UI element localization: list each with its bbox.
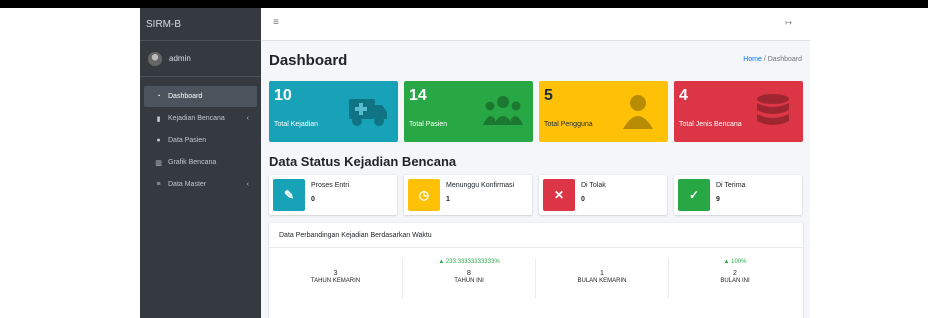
times-icon: ✕ bbox=[543, 179, 575, 211]
stat-box-total-kejadian[interactable]: 10 Total Kejadian bbox=[269, 81, 398, 142]
stat-value: 4 bbox=[679, 87, 688, 104]
user-panel[interactable]: admin bbox=[140, 41, 261, 77]
sidebar-item-data-pasien[interactable]: ● Data Pasien bbox=[144, 130, 257, 151]
stat-label: TAHUN INI bbox=[454, 278, 484, 284]
sidebar-item-dashboard[interactable]: ◔ Dashboard bbox=[144, 86, 257, 107]
database-icon bbox=[757, 94, 789, 125]
stat-value: 14 bbox=[409, 87, 427, 104]
stat-label: Total Pengguna bbox=[544, 121, 593, 128]
stat-value: 1 bbox=[600, 270, 604, 277]
comparison-stat-bulan-ini: ▲ 100% 2 BULAN INI bbox=[668, 259, 801, 299]
comparison-stat-tahun-ini: ▲ 233.33333333333% 8 TAHUN INI bbox=[402, 259, 535, 299]
stat-change bbox=[536, 259, 668, 268]
sign-out-icon[interactable]: ↦ bbox=[785, 18, 792, 27]
breadcrumb-separator: / bbox=[763, 56, 766, 63]
status-value: 1 bbox=[446, 196, 450, 203]
chevron-left-icon: ‹ bbox=[246, 181, 249, 188]
sidebar-item-label: Data Master bbox=[168, 181, 207, 188]
stat-change: ▲ 233.33333333333% bbox=[438, 259, 500, 265]
sidebar-item-grafik-bencana[interactable]: ▥ Grafik Bencana bbox=[144, 152, 257, 173]
user-icon bbox=[623, 95, 653, 129]
status-label: Menunggu Konfirmasi bbox=[446, 182, 515, 189]
status-value: 0 bbox=[311, 196, 315, 203]
sidebar-item-label: Data Pasien bbox=[168, 137, 207, 144]
status-box-di-tolak[interactable]: ✕ Di Tolak 0 bbox=[539, 175, 667, 215]
content-area: Dashboard Home / Dashboard 10 Total Keja… bbox=[261, 41, 810, 318]
database-icon: ≡ bbox=[156, 181, 161, 188]
users-icon bbox=[483, 96, 523, 125]
book-icon: ▮ bbox=[156, 115, 161, 123]
top-navbar: ≡ ↦ bbox=[261, 8, 810, 41]
brand-link[interactable]: SIRM-B bbox=[140, 8, 261, 41]
app-window: SIRM-B admin ◔ Dashboard ▮ Kejadian Benc… bbox=[140, 8, 810, 318]
comparison-stat-bulan-kemarin: 1 BULAN KEMARIN bbox=[535, 259, 668, 299]
sidebar-item-label: Grafik Bencana bbox=[168, 159, 217, 166]
sidebar-item-label: Kejadian Bencana bbox=[168, 115, 225, 122]
dashboard-icon: ◔ bbox=[156, 93, 161, 100]
status-box-di-terima[interactable]: ✓ Di Terima 9 bbox=[674, 175, 802, 215]
top-black-bar bbox=[0, 0, 928, 8]
card-title: Data Perbandingan Kejadian Berdasarkan W… bbox=[269, 223, 803, 248]
stat-change: ▲ 100% bbox=[723, 259, 747, 265]
breadcrumb-current: Dashboard bbox=[767, 56, 802, 63]
status-box-menunggu-konfirmasi[interactable]: ◷ Menunggu Konfirmasi 1 bbox=[404, 175, 532, 215]
stat-value: 10 bbox=[274, 87, 292, 104]
stat-label: TAHUN KEMARIN bbox=[310, 278, 361, 284]
stat-box-total-pasien[interactable]: 14 Total Pasien bbox=[404, 81, 533, 142]
breadcrumb: Home / Dashboard bbox=[743, 56, 802, 63]
chart-icon: ▥ bbox=[155, 159, 162, 167]
stat-label: BULAN KEMARIN bbox=[577, 278, 627, 284]
stat-value: 2 bbox=[733, 270, 737, 277]
clock-icon: ◷ bbox=[408, 179, 440, 211]
stat-box-total-pengguna[interactable]: 5 Total Pengguna bbox=[539, 81, 668, 142]
stat-value: 5 bbox=[544, 87, 553, 104]
sidebar-nav: ◔ Dashboard ▮ Kejadian Bencana ‹ ● Data … bbox=[140, 86, 261, 195]
hamburger-icon[interactable]: ≡ bbox=[273, 17, 279, 28]
ambulance-icon bbox=[349, 99, 387, 126]
status-label: Proses Entri bbox=[311, 182, 350, 189]
pencil-icon: ✎ bbox=[273, 179, 305, 211]
sidebar-item-kejadian-bencana[interactable]: ▮ Kejadian Bencana ‹ bbox=[144, 108, 257, 129]
check-icon: ✓ bbox=[678, 179, 710, 211]
users-icon: ● bbox=[156, 137, 161, 144]
status-label: Di Tolak bbox=[581, 182, 606, 189]
status-value: 9 bbox=[716, 196, 720, 203]
sidebar: SIRM-B admin ◔ Dashboard ▮ Kejadian Benc… bbox=[140, 8, 261, 318]
comparison-stat-tahun-kemarin: 3 TAHUN KEMARIN bbox=[269, 259, 402, 299]
user-name: admin bbox=[169, 54, 191, 63]
stat-label: Total Jenis Bencana bbox=[679, 121, 742, 128]
stat-value: 8 bbox=[467, 270, 471, 277]
stat-label: BULAN INI bbox=[720, 278, 750, 284]
avatar bbox=[148, 51, 162, 66]
chevron-left-icon: ‹ bbox=[246, 115, 249, 122]
stat-value: 3 bbox=[333, 270, 338, 277]
status-value: 0 bbox=[581, 196, 585, 203]
stat-label: Total Kejadian bbox=[274, 121, 318, 128]
sidebar-item-data-master[interactable]: ≡ Data Master ‹ bbox=[144, 174, 257, 195]
status-section-title: Data Status Kejadian Bencana bbox=[269, 154, 457, 169]
page-title: Dashboard bbox=[269, 52, 348, 69]
status-label: Di Terima bbox=[716, 182, 746, 189]
stat-box-total-jenis-bencana[interactable]: 4 Total Jenis Bencana bbox=[674, 81, 803, 142]
stat-change bbox=[269, 259, 402, 268]
status-box-proses-entri[interactable]: ✎ Proses Entri 0 bbox=[269, 175, 397, 215]
breadcrumb-home-link[interactable]: Home bbox=[743, 56, 762, 63]
comparison-card: Data Perbandingan Kejadian Berdasarkan W… bbox=[269, 223, 803, 318]
stat-label: Total Pasien bbox=[409, 121, 448, 128]
sidebar-item-label: Dashboard bbox=[168, 93, 203, 100]
